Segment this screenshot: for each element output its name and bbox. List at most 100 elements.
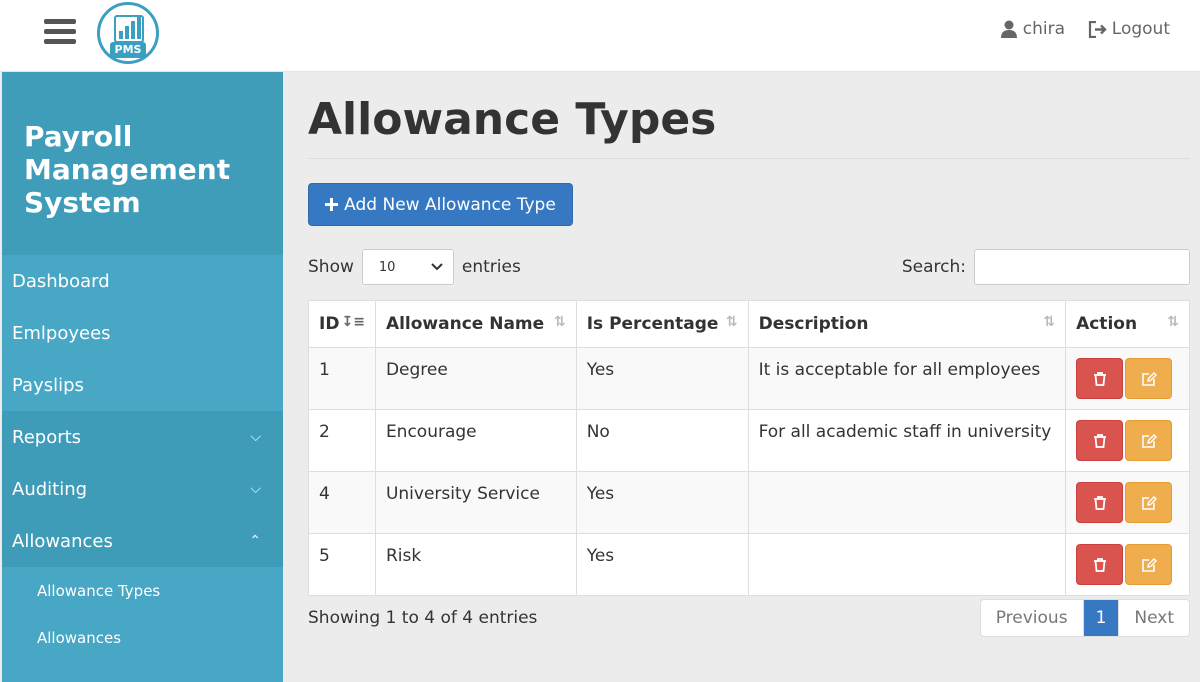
cell-name: Degree (374, 347, 577, 410)
search-input[interactable] (974, 249, 1190, 285)
column-header-id[interactable]: ID ↧≡ (308, 300, 376, 348)
sort-asc-icon: ↧≡ (341, 314, 365, 330)
sidebar-subitem-label: Allowances (37, 628, 122, 647)
sort-icon: ⇅ (553, 314, 566, 330)
logout-icon (1088, 20, 1107, 38)
sidebar-subitem-allowances[interactable]: Allowances (2, 614, 283, 661)
cell-percentage: Yes (575, 471, 749, 534)
cell-actions (1065, 347, 1190, 410)
page-title: Allowance Types (308, 94, 717, 145)
sidebar-subitem-label: Allowance Types (37, 581, 161, 600)
cell-percentage: Yes (575, 347, 749, 410)
user-icon (1000, 20, 1017, 38)
sidebar-item-label: Auditing (12, 478, 88, 500)
edit-icon (1142, 434, 1158, 448)
top-header: PMS chira Logout (0, 0, 1200, 72)
sidebar-item-label: Emlpoyees (12, 322, 111, 344)
user-name: chira (1022, 19, 1065, 39)
column-header-is-percentage[interactable]: Is Percentage ⇅ (575, 300, 749, 348)
cell-actions (1065, 409, 1190, 472)
trash-icon (1094, 496, 1107, 510)
trash-icon (1094, 372, 1107, 386)
show-label: Show (308, 257, 354, 277)
delete-button[interactable] (1076, 482, 1124, 523)
edit-button[interactable] (1125, 358, 1173, 399)
sidebar-item-payslips[interactable]: Payslips (2, 359, 283, 411)
sidebar: Payroll Management System Dashboard Emlp… (2, 72, 283, 682)
column-header-label: Allowance Name (385, 314, 545, 334)
column-header-allowance-name[interactable]: Allowance Name ⇅ (374, 300, 577, 348)
plus-icon (325, 198, 339, 211)
hamburger-icon[interactable] (44, 19, 76, 45)
column-header-action[interactable]: Action ⇅ (1065, 300, 1190, 348)
cell-percentage: No (575, 409, 749, 472)
edit-button[interactable] (1125, 544, 1173, 585)
logo-text: PMS (114, 43, 142, 56)
add-allowance-type-button[interactable]: Add New Allowance Type (308, 183, 573, 226)
pagination-previous[interactable]: Previous (981, 600, 1083, 636)
cell-percentage: Yes (575, 533, 749, 596)
table-search: Search: (902, 249, 1190, 285)
sidebar-item-label: Payslips (12, 374, 84, 396)
cell-description: It is acceptable for all employees (747, 347, 1067, 410)
cell-description (747, 533, 1067, 596)
pagination-page-1[interactable]: 1 (1082, 600, 1119, 636)
search-label: Search: (901, 257, 966, 277)
user-menu[interactable]: chira (1000, 19, 1065, 39)
sidebar-item-reports[interactable]: Reports ⌵ (2, 411, 283, 463)
entries-select-value: 10 (378, 259, 396, 275)
sidebar-item-dashboard[interactable]: Dashboard (2, 255, 283, 307)
sort-icon: ⇅ (1043, 314, 1056, 330)
trash-icon (1094, 558, 1107, 572)
column-header-label: Description (758, 314, 869, 334)
pagination-next[interactable]: Next (1118, 600, 1189, 636)
edit-button[interactable] (1125, 482, 1173, 523)
entries-select[interactable]: 10 (361, 249, 454, 285)
edit-icon (1142, 496, 1158, 510)
sidebar-item-auditing[interactable]: Auditing ⌵ (2, 463, 283, 515)
sidebar-item-label: Reports (12, 426, 82, 448)
trash-icon (1094, 434, 1107, 448)
chevron-down-icon (431, 263, 443, 271)
sort-icon: ⇅ (1167, 314, 1179, 330)
table-row: 5 Risk Yes (308, 533, 1190, 596)
chevron-down-icon: ⌵ (250, 481, 261, 497)
pms-logo[interactable]: PMS (97, 2, 159, 64)
sidebar-subitem-allowance-types[interactable]: Allowance Types (2, 567, 283, 614)
title-divider (308, 158, 1190, 159)
column-header-label: Action (1076, 314, 1138, 334)
cell-id: 5 (308, 533, 376, 596)
cell-name: Encourage (374, 409, 577, 472)
sidebar-item-label: Allowances (12, 530, 113, 552)
entries-label: entries (461, 257, 521, 277)
add-button-label: Add New Allowance Type (344, 194, 556, 215)
sidebar-item-employees[interactable]: Emlpoyees (2, 307, 283, 359)
cell-actions (1065, 471, 1190, 534)
brand-title: Payroll Management System (2, 72, 283, 255)
table-row: 1 Degree Yes It is acceptable for all em… (308, 347, 1190, 410)
sidebar-item-allowances[interactable]: Allowances ⌃ (2, 515, 283, 567)
delete-button[interactable] (1076, 358, 1124, 399)
column-header-label: ID (319, 314, 340, 334)
cell-name: Risk (374, 533, 577, 596)
delete-button[interactable] (1076, 544, 1124, 585)
cell-id: 4 (308, 471, 376, 534)
column-header-label: Is Percentage (586, 314, 719, 334)
cell-id: 1 (308, 347, 376, 410)
pagination: Previous 1 Next (979, 599, 1190, 637)
logout-link[interactable]: Logout (1088, 19, 1170, 39)
cell-description (747, 471, 1067, 534)
chevron-down-icon: ⌵ (250, 429, 261, 445)
cell-actions (1065, 533, 1190, 596)
allowance-types-table: ID ↧≡ Allowance Name ⇅ Is Percentage ⇅ Desc… (308, 300, 1190, 596)
delete-button[interactable] (1076, 420, 1124, 461)
sidebar-item-label: Dashboard (12, 270, 110, 292)
edit-button[interactable] (1125, 420, 1173, 461)
chevron-up-icon: ⌃ (249, 533, 261, 549)
sort-icon: ⇅ (725, 314, 738, 330)
table-row: 2 Encourage No For all academic staff in… (308, 409, 1190, 472)
table-row: 4 University Service Yes (308, 471, 1190, 534)
edit-icon (1142, 372, 1158, 386)
column-header-description[interactable]: Description ⇅ (747, 300, 1067, 348)
logout-label: Logout (1111, 19, 1170, 39)
